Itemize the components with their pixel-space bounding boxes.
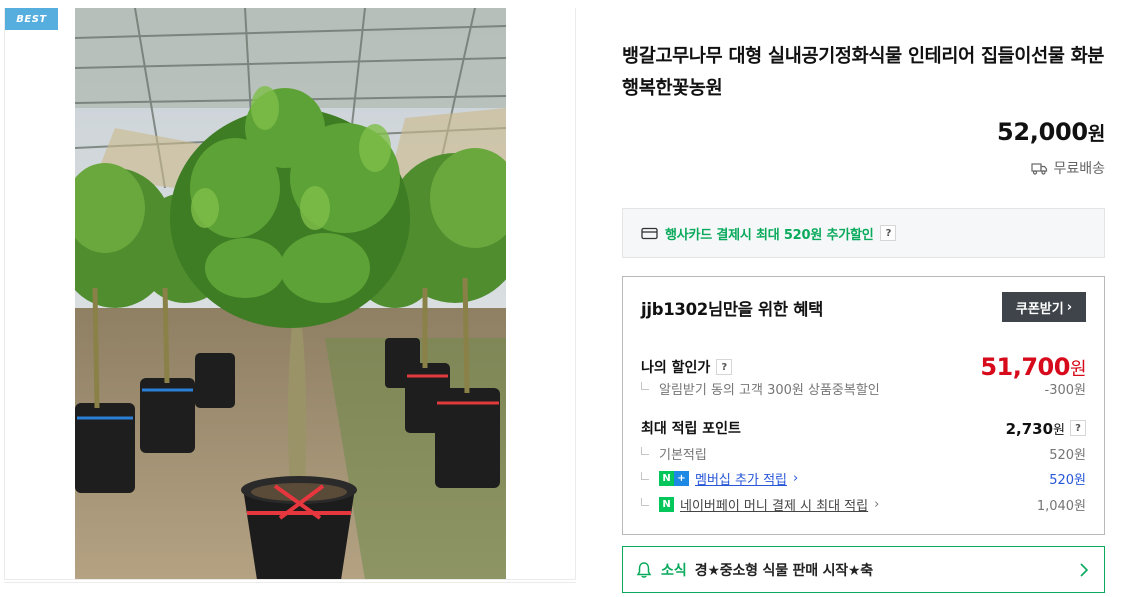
price-unit: 원 (1087, 123, 1105, 145)
product-title: 뱅갈고무나무 대형 실내공기정화식물 인테리어 집들이선물 화분 행복한꽃농원 (622, 46, 1105, 99)
news-tag: 소식 (661, 562, 687, 579)
best-badge: BEST (5, 8, 58, 30)
chevron-right-icon (1080, 563, 1089, 577)
get-coupon-button[interactable]: 쿠폰받기 › (1002, 292, 1086, 322)
tree-line (641, 497, 649, 506)
tree-line (641, 446, 649, 455)
my-price-help-button[interactable]: ? (716, 359, 733, 375)
credit-card-icon (641, 227, 658, 239)
naverpay-points-link[interactable]: 네이버페이 머니 결제 시 최대 적립 (680, 495, 868, 514)
membership-points-link[interactable]: 멤버십 추가 적립 (695, 469, 787, 488)
price-value: 52,000 (996, 118, 1088, 146)
naverpay-points-row: N 네이버페이 머니 결제 시 최대 적립 › 1,040원 (641, 495, 1086, 514)
membership-points-value: 520원 (1049, 473, 1086, 488)
basic-points-value: 520원 (1049, 448, 1086, 463)
bell-icon (636, 561, 652, 578)
member-benefit-title: jjb1302님만을 위한 혜택 (641, 300, 823, 319)
shipping-text: 무료배송 (1053, 161, 1105, 177)
news-banner[interactable]: 소식 경★중소형 식물 판매 시작★축 (622, 546, 1105, 593)
product-photo[interactable] (75, 8, 506, 580)
discount-detail-row: 알림받기 동의 고객 300원 상품중복할인 -300원 (641, 379, 1086, 398)
tree-line (641, 471, 649, 480)
naver-plus-icon: N + (659, 471, 689, 486)
membership-points-row: N + 멤버십 추가 적립 › 520원 (641, 469, 1086, 488)
my-price-row: 나의 할인가 ? 51,700원 (641, 353, 1087, 381)
news-text: 경★중소형 식물 판매 시작★축 (694, 562, 873, 579)
card-discount-box: 행사카드 결제시 최대 520원 추가할인 ? (622, 208, 1105, 258)
points-value: 2,730 (1005, 419, 1054, 438)
chevron-right-icon: › (874, 497, 880, 512)
my-price-value: 51,700 (980, 353, 1070, 381)
my-price-unit: 원 (1069, 359, 1087, 380)
discount-amount: -300원 (1044, 383, 1086, 398)
chevron-right-icon: › (793, 471, 799, 486)
card-discount-text: 행사카드 결제시 최대 520원 추가할인 (665, 227, 874, 243)
discount-desc: 알림받기 동의 고객 300원 상품중복할인 (659, 383, 880, 398)
member-benefit-box: jjb1302님만을 위한 혜택 쿠폰받기 › 나의 할인가 ? 51,700원… (622, 276, 1105, 535)
tree-line (641, 381, 649, 390)
truck-icon (1031, 162, 1048, 175)
basic-points-label: 기본적립 (659, 448, 707, 463)
points-row: 최대 적립 포인트 2,730원 ? (641, 418, 1086, 438)
my-price-label-wrap: 나의 할인가 ? (641, 357, 733, 377)
points-unit: 원 (1053, 422, 1065, 438)
naverpay-points-value: 1,040원 (1036, 499, 1086, 514)
points-label: 최대 적립 포인트 (641, 421, 741, 437)
chevron-right-icon: › (1066, 299, 1073, 315)
get-coupon-label: 쿠폰받기 (1015, 301, 1064, 317)
naver-pay-icon: N (659, 497, 674, 512)
product-price: 52,000원 (997, 118, 1105, 146)
points-value-wrap: 2,730원 ? (1006, 419, 1086, 438)
my-price-label: 나의 할인가 (641, 360, 711, 376)
shipping-info: 무료배송 (1031, 158, 1105, 178)
points-help-button[interactable]: ? (1070, 420, 1086, 436)
card-discount-help-button[interactable]: ? (880, 225, 897, 241)
thumbnail-strip (4, 582, 576, 597)
basic-points-row: 기본적립 520원 (641, 444, 1086, 463)
product-image-panel: BEST (4, 8, 576, 580)
my-price: 51,700원 (980, 353, 1086, 381)
